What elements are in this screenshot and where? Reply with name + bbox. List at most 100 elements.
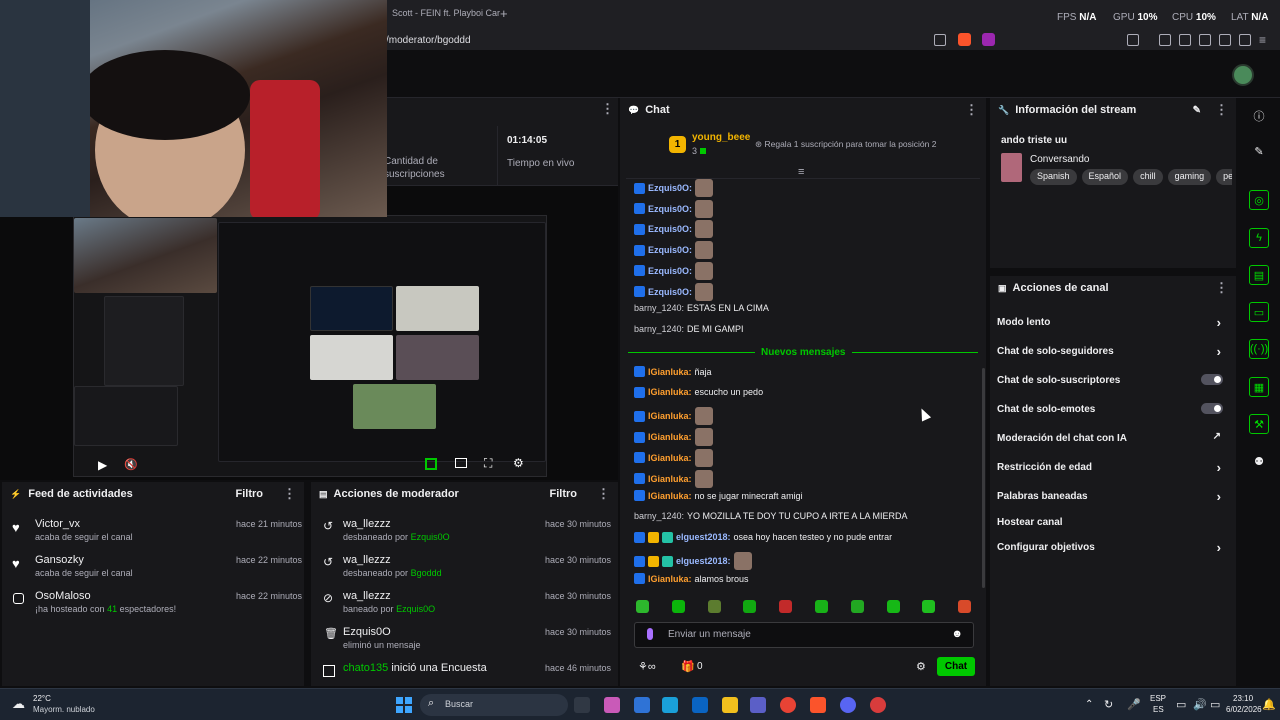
preview-video[interactable]: ▶ 🔇 ⛶ ⚙ (73, 215, 547, 477)
chat-message[interactable]: lGianluka: ñaja (634, 366, 712, 377)
chevron-right-icon[interactable]: › (1217, 315, 1221, 330)
chat-input[interactable]: Enviar un mensaje ☻ (634, 622, 974, 648)
chat-username[interactable]: barny_1240: (634, 511, 684, 521)
mod-action-item[interactable]: chato135 inició una Encuesta hace 46 min… (321, 662, 611, 677)
outlook-icon[interactable] (692, 697, 708, 713)
activity-filter-button[interactable]: Filtro (236, 488, 264, 500)
tray-chevron-icon[interactable]: ⌃ (1085, 699, 1093, 710)
chat-menu-icon[interactable]: ⋮ (965, 102, 978, 118)
chat-message[interactable]: lGianluka: escucho un pedo (634, 386, 763, 398)
copilot-icon[interactable] (604, 697, 620, 713)
emote-shortcut[interactable] (850, 600, 864, 613)
chat-username[interactable]: Ezquis0O: (648, 245, 692, 255)
chat-message[interactable]: Ezquis0O: (634, 241, 714, 260)
emote-shortcut[interactable] (636, 600, 649, 613)
category-name[interactable]: Conversando (1030, 154, 1089, 165)
channel-action-row[interactable]: Chat de solo-emotes (997, 403, 1225, 415)
chat-message[interactable]: elguest2018: osea hoy hacen testeo y no p… (634, 531, 892, 543)
theater-icon[interactable] (455, 458, 467, 468)
music-icon[interactable] (1159, 34, 1171, 46)
chat-message[interactable]: lGianluka: alamos brous (634, 573, 749, 584)
stats-menu-icon[interactable]: ⋮ (601, 101, 614, 117)
channel-action-row[interactable]: Chat de solo-suscriptores (997, 374, 1225, 386)
notes-icon[interactable]: ▤ (1249, 265, 1269, 285)
clock-date[interactable]: 6/02/2026 (1226, 705, 1262, 714)
tab-title[interactable]: Scott - FEIN ft. Playboi Car (392, 8, 500, 18)
stream-tag[interactable]: Spanish (1030, 169, 1077, 185)
menu-icon[interactable]: ≡ (1259, 33, 1266, 47)
chevron-right-icon[interactable]: › (1217, 460, 1221, 475)
stream-tag[interactable]: gaming (1167, 169, 1212, 185)
channel-action-row[interactable]: Chat de solo-seguidores › (997, 344, 1225, 359)
chat-scrollbar[interactable] (982, 368, 985, 588)
brave-shield-icon[interactable] (958, 33, 971, 46)
channel-actions-menu-icon[interactable]: ⋮ (1215, 280, 1228, 296)
weather-temp[interactable]: 22°C (33, 694, 51, 703)
avatar[interactable] (1232, 64, 1254, 86)
emote-shortcut[interactable] (779, 600, 793, 613)
chat-username[interactable]: lGianluka: (648, 411, 692, 421)
teams-icon[interactable] (750, 697, 766, 713)
url-text[interactable]: /moderator/bgoddd (386, 35, 471, 46)
chat-username[interactable]: lGianluka: (648, 491, 692, 501)
chat-message[interactable]: barny_1240: ESTAS EN LA CIMA (634, 303, 769, 313)
pin-collapse-icon[interactable]: ≡ (798, 166, 804, 178)
lang-secondary[interactable]: ES (1153, 705, 1164, 714)
feed-item[interactable]: ♥ Victor_vx acaba de seguir el canal hac… (12, 518, 302, 542)
mod-view-icon[interactable]: ▦ (1249, 377, 1269, 397)
stream-tag[interactable]: pe (1216, 169, 1232, 185)
edge-icon[interactable] (662, 697, 678, 713)
emote-shortcut[interactable] (743, 600, 757, 613)
channel-action-row[interactable]: Restricción de edad › (997, 460, 1225, 475)
emoji-icon[interactable]: ☻ (951, 628, 963, 640)
discord-icon[interactable] (840, 697, 856, 713)
chat-username[interactable]: lGianluka: (648, 367, 692, 377)
new-tab-button[interactable]: + (500, 6, 508, 21)
external-link-icon[interactable]: ↗ (1213, 431, 1221, 442)
stream-tag[interactable]: chill (1133, 169, 1163, 185)
mod-action-item[interactable]: 🗑 Ezquis0O eliminó un mensaje hace 30 mi… (321, 626, 611, 650)
emote-shortcut[interactable] (886, 600, 900, 613)
chat-message[interactable]: Ezquis0O: (634, 282, 714, 301)
wallet-icon[interactable] (1199, 34, 1211, 46)
chat-message[interactable]: lGianluka: (634, 428, 713, 447)
users-rail-icon[interactable]: ⚉ (1249, 451, 1269, 471)
share-icon[interactable] (934, 34, 946, 46)
broadcast-icon[interactable]: ((·)) (1249, 339, 1269, 359)
send-chat-button[interactable]: Chat (937, 657, 975, 676)
emote-shortcut[interactable] (707, 600, 721, 613)
chat-username[interactable]: lGianluka: (648, 453, 692, 463)
chat-username[interactable]: barny_1240: (634, 303, 684, 313)
mod-action-item[interactable]: ⊘ wa_llezzz baneado por Ezquis0O hace 30… (321, 590, 611, 614)
toggle-switch[interactable] (1201, 374, 1223, 385)
vpn-icon[interactable] (1239, 34, 1251, 46)
chat-message[interactable]: elguest2018: (634, 552, 752, 571)
chat-message[interactable]: Ezquis0O: (634, 261, 714, 280)
pencil-icon[interactable]: ✎ (1249, 141, 1269, 161)
chat-message[interactable]: barny_1240: DE MI GAMPI (634, 324, 744, 334)
chevron-right-icon[interactable]: › (1217, 540, 1221, 555)
network-icon[interactable]: ▭ (1176, 698, 1186, 711)
bolt-icon[interactable]: ϟ (1249, 228, 1269, 248)
chat-message[interactable]: lGianluka: (634, 469, 713, 488)
tools-icon[interactable]: ⚒ (1249, 414, 1269, 434)
leaderboard-user[interactable]: young_beee (692, 132, 750, 143)
stream-info-menu-icon[interactable]: ⋮ (1215, 102, 1228, 118)
sidebar-icon[interactable] (1179, 34, 1191, 46)
mic-tray-icon[interactable]: 🎤 (1127, 698, 1141, 711)
chat-message[interactable]: lGianluka: (634, 448, 713, 467)
explorer-icon[interactable] (722, 697, 738, 713)
brave-icon[interactable] (810, 697, 826, 713)
windows-start-icon[interactable] (396, 697, 412, 713)
settings-icon[interactable]: ⚙ (513, 456, 524, 470)
weather-desc[interactable]: Mayorm. nublado (33, 705, 95, 714)
stream-tag[interactable]: Español (1081, 169, 1129, 185)
chat-username[interactable]: Ezquis0O: (648, 204, 692, 214)
chat-message[interactable]: Ezquis0O: (634, 199, 714, 218)
emote-shortcut[interactable] (958, 600, 972, 613)
emote-shortcut[interactable] (815, 600, 828, 613)
task-view-icon[interactable] (574, 697, 590, 713)
store-icon[interactable] (634, 697, 650, 713)
channel-action-row[interactable]: Moderación del chat con IA ↗ (997, 431, 1225, 444)
feed-item[interactable]: ♥ Gansozky acaba de seguir el canal hace… (12, 554, 302, 578)
